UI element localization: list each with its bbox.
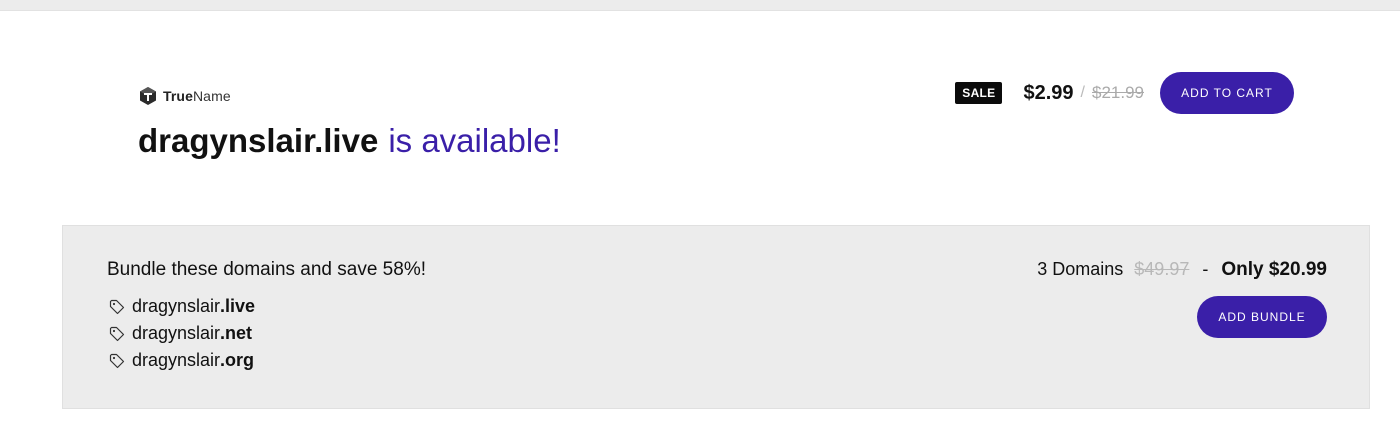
tag-icon <box>109 353 125 368</box>
availability-headline: dragynslair.live is available! <box>138 118 561 164</box>
tag-icon <box>109 299 125 314</box>
searched-domain: dragynslair.live <box>138 122 379 159</box>
price-area: SALE $2.99 / $21.99 ADD TO CART <box>955 72 1294 114</box>
bundle-domain-tld: .live <box>220 296 256 316</box>
bundle-domain-name: dragynslair <box>132 350 221 370</box>
bundle-domain-name: dragynslair <box>132 323 221 343</box>
bundle-domain-tld: .org <box>220 350 255 370</box>
sale-badge: SALE <box>955 82 1003 104</box>
bundle-domain-item: dragynslair .net <box>109 320 255 347</box>
bundle-panel: Bundle these domains and save 58%! dragy… <box>62 225 1370 409</box>
current-price: $2.99 <box>1023 81 1074 104</box>
bundle-domain-list: dragynslair .live dragynslair .net dragyns… <box>109 293 255 374</box>
bundle-domain-item: dragynslair .live <box>109 293 255 320</box>
price-separator: / <box>1080 84 1085 101</box>
bundle-domain-tld: .net <box>220 323 253 343</box>
add-bundle-button[interactable]: ADD BUNDLE <box>1197 296 1327 338</box>
bundle-dash: - <box>1202 259 1209 279</box>
truename-logo[interactable]: TrueName <box>138 86 231 106</box>
availability-text: is available! <box>388 122 561 159</box>
bundle-domain-item: dragynslair .org <box>109 347 255 374</box>
bundle-offer-price: Only $20.99 <box>1221 259 1327 280</box>
logo-text: TrueName <box>163 88 231 104</box>
bundle-title: Bundle these domains and save 58%! <box>107 259 426 280</box>
original-price: $21.99 <box>1092 83 1144 102</box>
bundle-count: 3 Domains <box>1037 259 1124 279</box>
bundle-original-total: $49.97 <box>1134 259 1190 279</box>
bundle-domain-name: dragynslair <box>132 296 221 316</box>
truename-logo-icon <box>140 87 156 105</box>
top-strip <box>0 0 1400 11</box>
tag-icon <box>109 326 125 341</box>
bundle-summary: 3 Domains $49.97 - Only $20.99 <box>1037 259 1327 281</box>
add-to-cart-button[interactable]: ADD TO CART <box>1160 72 1294 114</box>
